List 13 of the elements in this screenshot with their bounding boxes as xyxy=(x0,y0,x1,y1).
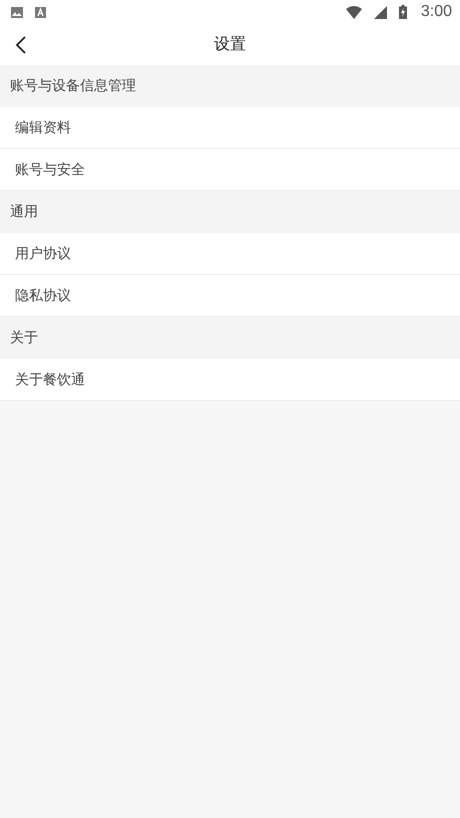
settings-item[interactable]: 关于餐饮通 xyxy=(0,359,460,401)
settings-item[interactable]: 账号与安全 xyxy=(0,149,460,191)
page-title: 设置 xyxy=(214,34,246,55)
signal-icon xyxy=(374,6,387,18)
image-icon xyxy=(11,6,23,18)
wifi-icon xyxy=(346,6,362,18)
status-time: 3:00 xyxy=(420,3,452,21)
battery-charging-icon xyxy=(398,5,407,19)
settings-item[interactable]: 隐私协议 xyxy=(0,275,460,317)
text-icon xyxy=(35,6,46,18)
settings-item[interactable]: 编辑资料 xyxy=(0,107,460,149)
back-icon xyxy=(15,36,27,54)
settings-item[interactable]: 用户协议 xyxy=(0,233,460,275)
